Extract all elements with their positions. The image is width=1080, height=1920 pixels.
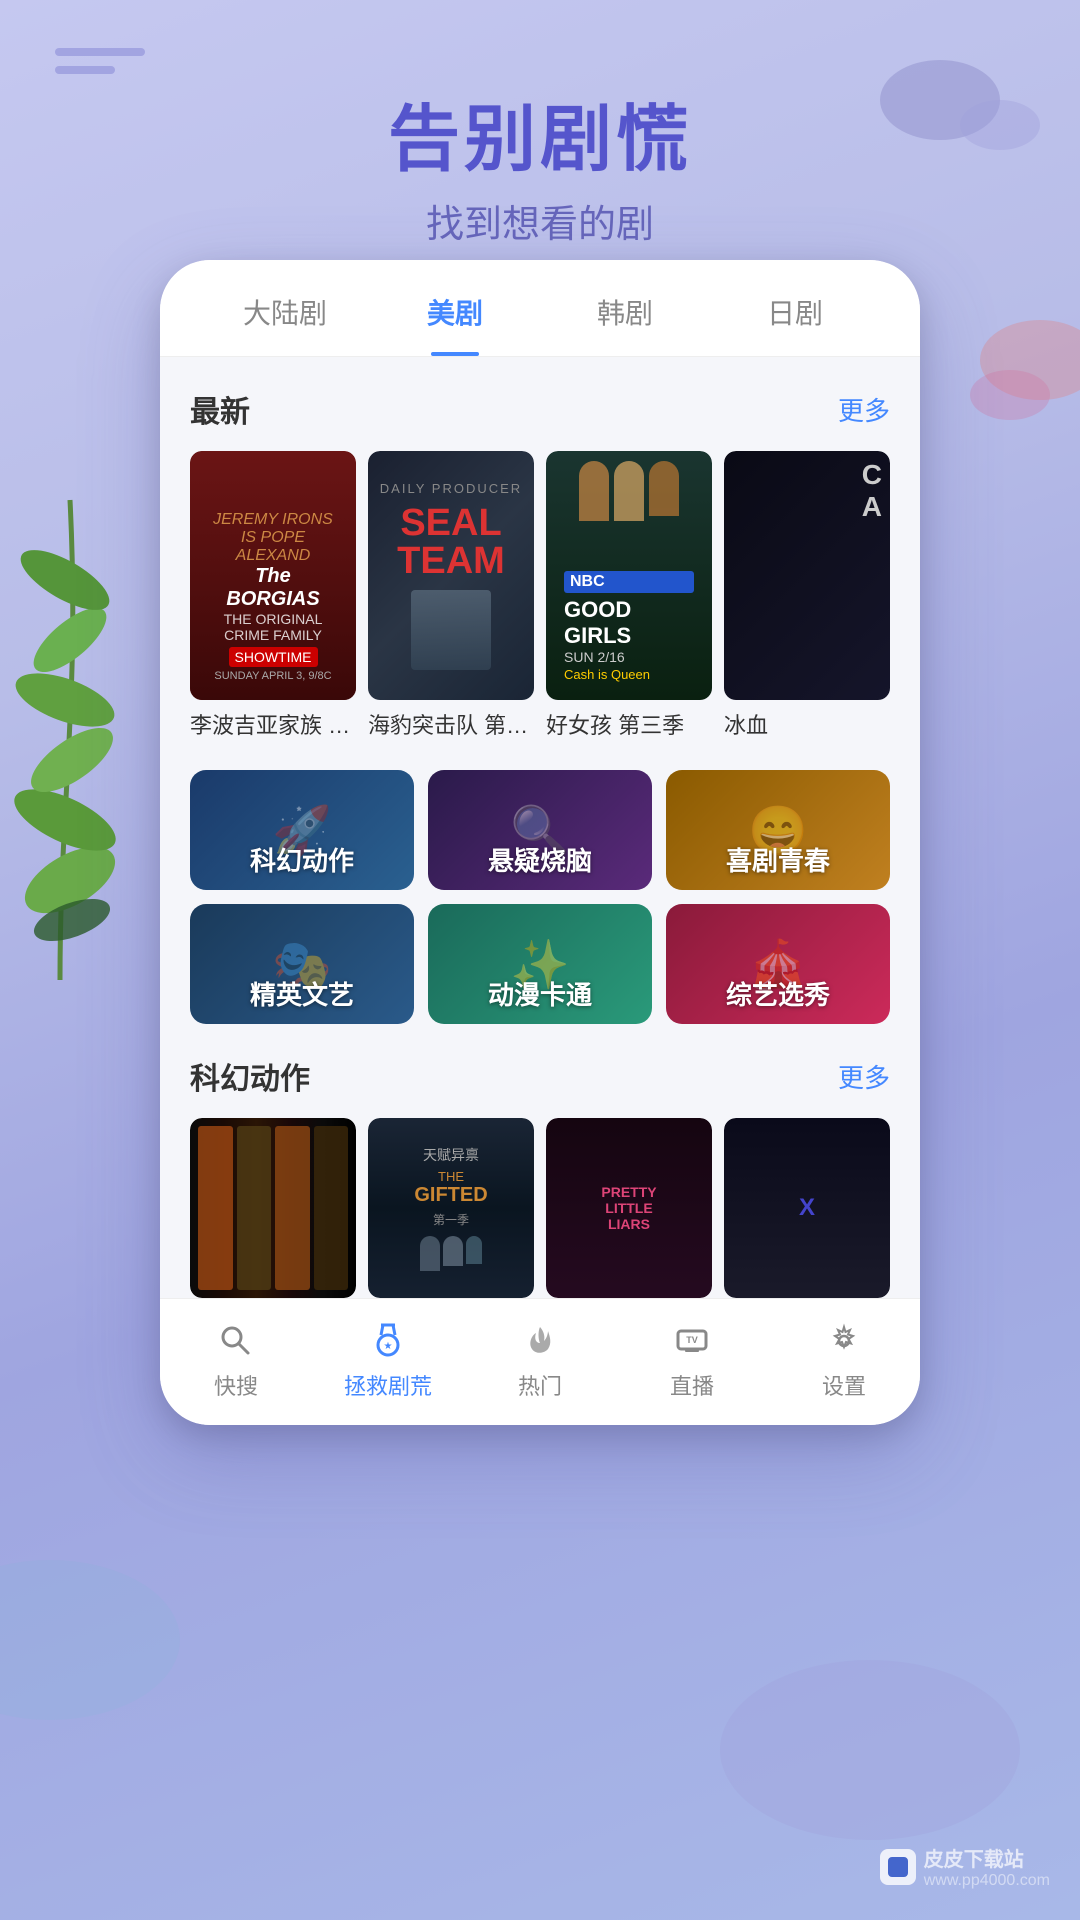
scifi-section-header: 科幻动作 更多 (190, 1054, 890, 1098)
latest-section-title: 最新 (190, 387, 250, 431)
bg-blob-4 (970, 370, 1050, 420)
nav-item-hot[interactable]: 热门 (464, 1319, 616, 1401)
anime-label: 动漫卡通 (428, 963, 652, 1024)
gifted-poster: 天赋异禀 THE GIFTED 第一季 (368, 1118, 534, 1298)
scifi-section: 科幻动作 更多 天赋异禀 THE (160, 1054, 920, 1298)
nav-item-live[interactable]: TV 直播 (616, 1319, 768, 1401)
header-subtitle: 找到想看的剧 (0, 193, 1080, 248)
scifi-poster-1 (190, 1118, 356, 1298)
dark-poster: CA (724, 451, 890, 700)
borgias-network: SHOWTIME (229, 647, 318, 667)
sealteam-poster: DAILY PRODUCER SEAL TEAM (368, 451, 534, 700)
tab-bar: 大陆剧 美剧 韩剧 日剧 (160, 260, 920, 357)
scifi-label: 科幻动作 (190, 829, 414, 890)
header-section: 告别剧慌 找到想看的剧 (0, 0, 1080, 248)
scifi-show-4[interactable]: X (724, 1118, 890, 1298)
svg-text:★: ★ (384, 1341, 393, 1352)
show-card-goodgirls[interactable]: NBC GOOD GIRLS SUN 2/16 Cash is Queen 好女… (546, 451, 712, 740)
svg-text:TV: TV (686, 1335, 698, 1345)
nav-label-settings: 设置 (822, 1369, 866, 1401)
scifi-section-title: 科幻动作 (190, 1054, 310, 1098)
nav-label-hot: 热门 (518, 1369, 562, 1401)
scifi-poster-4: X (724, 1118, 890, 1298)
elite-label: 精英文艺 (190, 963, 414, 1024)
watermark-site: 皮皮下载站 (924, 1843, 1050, 1872)
tv-icon: TV (670, 1319, 714, 1363)
category-comedy[interactable]: 😄 喜剧青春 (666, 770, 890, 890)
show-card-sealteam[interactable]: DAILY PRODUCER SEAL TEAM 海豹突击队 第三季 (368, 451, 534, 740)
category-anime[interactable]: ✨ 动漫卡通 (428, 904, 652, 1024)
tab-mainland[interactable]: 大陆剧 (200, 260, 370, 356)
dark-card-title: 冰血 (724, 708, 890, 740)
nav-item-search[interactable]: 快搜 (160, 1319, 312, 1401)
scifi-show-3[interactable]: PRETTYLITTLELIARS (546, 1118, 712, 1298)
latest-more-button[interactable]: 更多 (838, 391, 890, 428)
sealteam-producer-label: DAILY PRODUCER (380, 481, 522, 496)
goodgirls-title: GOOD GIRLS (564, 597, 694, 649)
watermark: 皮皮下载站 www.pp4000.com (880, 1843, 1050, 1890)
goodgirls-poster: NBC GOOD GIRLS SUN 2/16 Cash is Queen (546, 451, 712, 700)
category-grid: 🚀 科幻动作 🔍 悬疑烧脑 😄 喜剧青春 🎭 精英文艺 ✨ 动漫卡通 🎪 (190, 770, 890, 1024)
show-card-dark[interactable]: CA 冰血 (724, 451, 890, 740)
scifi-show-2[interactable]: 天赋异禀 THE GIFTED 第一季 (368, 1118, 534, 1298)
bg-blob-3 (980, 320, 1080, 400)
sealteam-title2: TEAM (380, 542, 522, 580)
mystery-label: 悬疑烧脑 (428, 829, 652, 890)
header-title: 告别剧慌 (0, 80, 1080, 185)
sealteam-card-title: 海豹突击队 第三季 (368, 708, 534, 740)
borgias-subtitle: THE ORIGINAL CRIME FAMILY (208, 611, 338, 643)
phone-mockup: 大陆剧 美剧 韩剧 日剧 最新 更多 JEREMY IRONS IS POPE … (160, 260, 920, 1425)
gear-icon (822, 1319, 866, 1363)
category-variety[interactable]: 🎪 综艺选秀 (666, 904, 890, 1024)
sealteam-title1: SEAL (380, 504, 522, 542)
main-content: 最新 更多 JEREMY IRONS IS POPE ALEXAND The B… (160, 357, 920, 1024)
scifi-shows-row: 天赋异禀 THE GIFTED 第一季 PRETTYLITTLELIARS (190, 1118, 890, 1298)
tab-korean[interactable]: 韩剧 (540, 260, 710, 356)
scifi-poster-3: PRETTYLITTLELIARS (546, 1118, 712, 1298)
fire-icon (518, 1319, 562, 1363)
nav-item-settings[interactable]: 设置 (768, 1319, 920, 1401)
bottom-navigation: 快搜 ★ 拯救剧荒 热门 (160, 1298, 920, 1425)
comedy-label: 喜剧青春 (666, 829, 890, 890)
latest-shows-row: JEREMY IRONS IS POPE ALEXAND The BORGIAS… (190, 451, 890, 740)
borgias-date: SUNDAY APRIL 3, 9/8C (208, 670, 338, 682)
scifi-show-1[interactable] (190, 1118, 356, 1298)
variety-label: 综艺选秀 (666, 963, 890, 1024)
borgias-poster: JEREMY IRONS IS POPE ALEXAND The BORGIAS… (190, 451, 356, 700)
category-scifi[interactable]: 🚀 科幻动作 (190, 770, 414, 890)
medal-icon: ★ (366, 1319, 410, 1363)
watermark-url: www.pp4000.com (924, 1872, 1050, 1890)
nav-label-rescue: 拯救剧荒 (344, 1369, 432, 1401)
latest-section-header: 最新 更多 (190, 387, 890, 431)
tab-japanese[interactable]: 日剧 (710, 260, 880, 356)
borgias-card-title: 李波吉亚家族 第一季 (190, 708, 356, 740)
goodgirls-card-title: 好女孩 第三季 (546, 708, 712, 740)
category-mystery[interactable]: 🔍 悬疑烧脑 (428, 770, 652, 890)
goodgirls-date: SUN 2/16 (564, 649, 694, 665)
borgias-title: The BORGIAS (208, 565, 338, 611)
category-elite[interactable]: 🎭 精英文艺 (190, 904, 414, 1024)
show-card-borgias[interactable]: JEREMY IRONS IS POPE ALEXAND The BORGIAS… (190, 451, 356, 740)
bg-blob-6 (0, 1560, 180, 1720)
tab-american[interactable]: 美剧 (370, 260, 540, 356)
search-icon (214, 1319, 258, 1363)
bg-blob-5 (720, 1660, 1020, 1840)
leaf-decoration (0, 400, 180, 1000)
nav-label-search: 快搜 (214, 1369, 258, 1401)
nav-item-rescue[interactable]: ★ 拯救剧荒 (312, 1319, 464, 1401)
goodgirls-network: NBC (564, 571, 694, 593)
scifi-more-button[interactable]: 更多 (838, 1058, 890, 1095)
watermark-logo: 皮皮下载站 www.pp4000.com (880, 1843, 1050, 1890)
nav-label-live: 直播 (670, 1369, 714, 1401)
